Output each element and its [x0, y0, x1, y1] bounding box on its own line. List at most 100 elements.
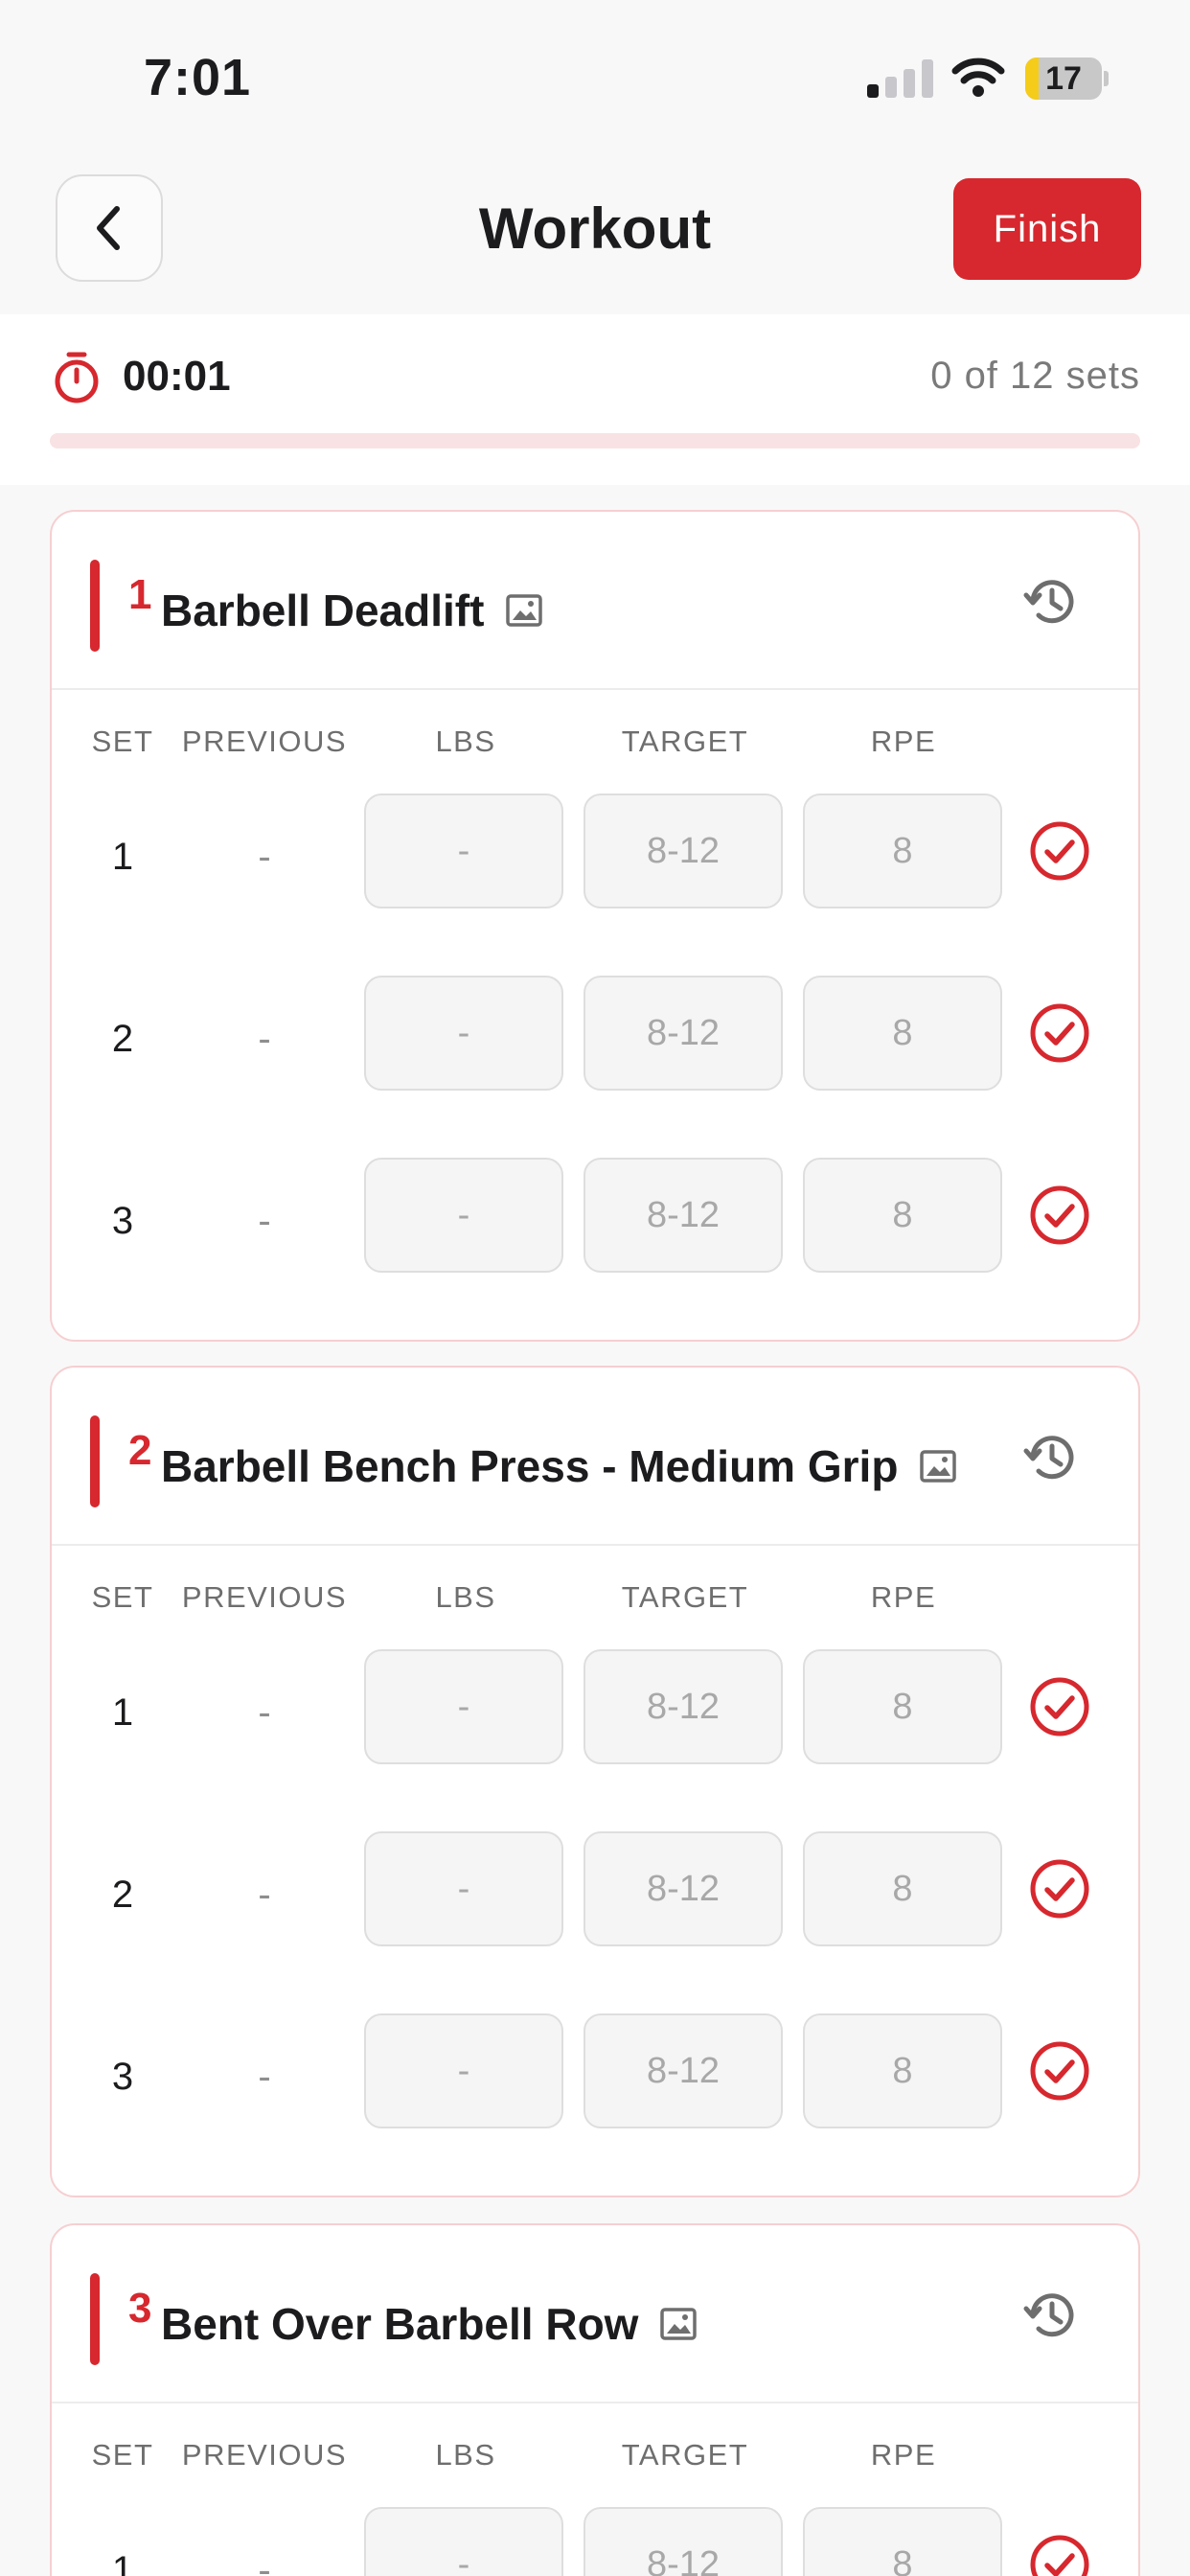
previous-value: -	[258, 2056, 271, 2098]
progress-bar	[50, 433, 1140, 448]
target-reps-input[interactable]: 8-12	[584, 1158, 783, 1273]
elapsed-time: 00:01	[123, 353, 231, 400]
complete-set-check-icon[interactable]	[1029, 1002, 1090, 1064]
column-header-rpe: RPE	[870, 2438, 937, 2472]
rpe-input[interactable]: 8	[803, 2013, 1002, 2128]
history-icon[interactable]	[1023, 1429, 1081, 1486]
exercise-header: 3 Bent Over Barbell Row	[52, 2225, 1138, 2404]
timer-panel: 00:01 0 of 12 sets	[0, 314, 1190, 485]
column-header-previous: PREVIOUS	[181, 2438, 348, 2472]
exercise-name[interactable]: Barbell Bench Press - Medium Grip	[161, 1440, 957, 1492]
complete-set-check-icon[interactable]	[1029, 820, 1090, 882]
set-row: 1 - - 8-12 8	[52, 1649, 1138, 1831]
column-headers: SET PREVIOUS LBS TARGET RPE	[52, 690, 1138, 794]
column-headers: SET PREVIOUS LBS TARGET RPE	[52, 2404, 1138, 2507]
lbs-input[interactable]: -	[364, 794, 563, 908]
status-time: 7:01	[144, 49, 252, 106]
image-icon[interactable]	[919, 1447, 957, 1485]
exercise-number: 1	[128, 571, 152, 618]
rpe-input[interactable]: 8	[803, 1649, 1002, 1764]
image-icon[interactable]	[659, 2305, 698, 2343]
rpe-input[interactable]: 8	[803, 1831, 1002, 1946]
exercise-card: 1 Barbell Deadlift SET PREVIOUS LBS TARG…	[50, 510, 1140, 1342]
rpe-input[interactable]: 8	[803, 2507, 1002, 2576]
column-header-rpe: RPE	[870, 1580, 937, 1614]
previous-value: -	[258, 1874, 271, 1916]
exercise-name-text: Barbell Bench Press - Medium Grip	[161, 1441, 899, 1491]
set-row: 2 - - 8-12 8	[52, 1831, 1138, 2013]
stopwatch-icon	[55, 352, 99, 403]
exercise-name-text: Bent Over Barbell Row	[161, 2299, 639, 2349]
set-row: 2 - - 8-12 8	[52, 976, 1138, 1158]
previous-value: -	[258, 1200, 271, 1242]
sets-progress-text: 0 of 12 sets	[930, 355, 1140, 397]
exercise-name[interactable]: Barbell Deadlift	[161, 585, 543, 636]
exercise-accent-bar	[90, 2273, 100, 2365]
column-header-lbs: LBS	[435, 724, 496, 758]
image-icon[interactable]	[505, 591, 543, 630]
column-header-target: TARGET	[621, 2438, 749, 2472]
exercise-name-text: Barbell Deadlift	[161, 586, 485, 635]
target-reps-input[interactable]: 8-12	[584, 1831, 783, 1946]
exercise-accent-bar	[90, 1415, 100, 1507]
history-icon[interactable]	[1023, 2287, 1081, 2344]
target-reps-input[interactable]: 8-12	[584, 2013, 783, 2128]
lbs-input[interactable]: -	[364, 2507, 563, 2576]
complete-set-check-icon[interactable]	[1029, 2040, 1090, 2102]
rpe-input[interactable]: 8	[803, 976, 1002, 1091]
header: Workout Finish	[0, 153, 1190, 314]
target-reps-input[interactable]: 8-12	[584, 1649, 783, 1764]
history-icon[interactable]	[1023, 573, 1081, 631]
column-header-previous: PREVIOUS	[181, 724, 348, 758]
column-header-previous: PREVIOUS	[181, 1580, 348, 1614]
set-number: 1	[111, 2549, 134, 2576]
complete-set-check-icon[interactable]	[1029, 1858, 1090, 1920]
set-row: 3 - - 8-12 8	[52, 1158, 1138, 1340]
column-header-rpe: RPE	[870, 724, 937, 758]
complete-set-check-icon[interactable]	[1029, 1676, 1090, 1737]
exercise-number: 2	[128, 1427, 152, 1474]
column-header-set: SET	[91, 1580, 154, 1614]
column-header-target: TARGET	[621, 724, 749, 758]
complete-set-check-icon[interactable]	[1029, 2534, 1090, 2576]
set-number: 1	[111, 1691, 134, 1734]
complete-set-check-icon[interactable]	[1029, 1184, 1090, 1246]
finish-button[interactable]: Finish	[953, 178, 1141, 280]
lbs-input[interactable]: -	[364, 1649, 563, 1764]
column-header-set: SET	[91, 724, 154, 758]
lbs-input[interactable]: -	[364, 2013, 563, 2128]
set-number: 3	[111, 2056, 134, 2098]
lbs-input[interactable]: -	[364, 1158, 563, 1273]
exercise-header: 1 Barbell Deadlift	[52, 512, 1138, 690]
cellular-signal-icon	[867, 59, 934, 98]
wifi-icon	[951, 58, 1005, 97]
set-number: 2	[111, 1018, 134, 1060]
status-bar: 7:01 17	[0, 0, 1190, 153]
previous-value: -	[258, 1691, 271, 1734]
set-row: 1 - - 8-12 8	[52, 794, 1138, 976]
column-headers: SET PREVIOUS LBS TARGET RPE	[52, 1546, 1138, 1649]
target-reps-input[interactable]: 8-12	[584, 2507, 783, 2576]
lbs-input[interactable]: -	[364, 976, 563, 1091]
battery-level: 17	[1045, 60, 1082, 97]
rpe-input[interactable]: 8	[803, 794, 1002, 908]
exercise-number: 3	[128, 2285, 152, 2332]
set-number: 2	[111, 1874, 134, 1916]
set-row: 3 - - 8-12 8	[52, 2013, 1138, 2196]
target-reps-input[interactable]: 8-12	[584, 976, 783, 1091]
set-row: 1 - - 8-12 8	[52, 2507, 1138, 2576]
column-header-lbs: LBS	[435, 1580, 496, 1614]
rpe-input[interactable]: 8	[803, 1158, 1002, 1273]
target-reps-input[interactable]: 8-12	[584, 794, 783, 908]
set-number: 1	[111, 836, 134, 878]
previous-value: -	[258, 836, 271, 878]
previous-value: -	[258, 1018, 271, 1060]
exercise-name[interactable]: Bent Over Barbell Row	[161, 2298, 698, 2350]
exercise-card: 2 Barbell Bench Press - Medium Grip SET …	[50, 1366, 1140, 2197]
battery-icon: 17	[1025, 58, 1109, 100]
exercise-header: 2 Barbell Bench Press - Medium Grip	[52, 1368, 1138, 1546]
lbs-input[interactable]: -	[364, 1831, 563, 1946]
column-header-lbs: LBS	[435, 2438, 496, 2472]
exercise-card: 3 Bent Over Barbell Row SET PREVIOUS LBS…	[50, 2223, 1140, 2576]
set-number: 3	[111, 1200, 134, 1242]
